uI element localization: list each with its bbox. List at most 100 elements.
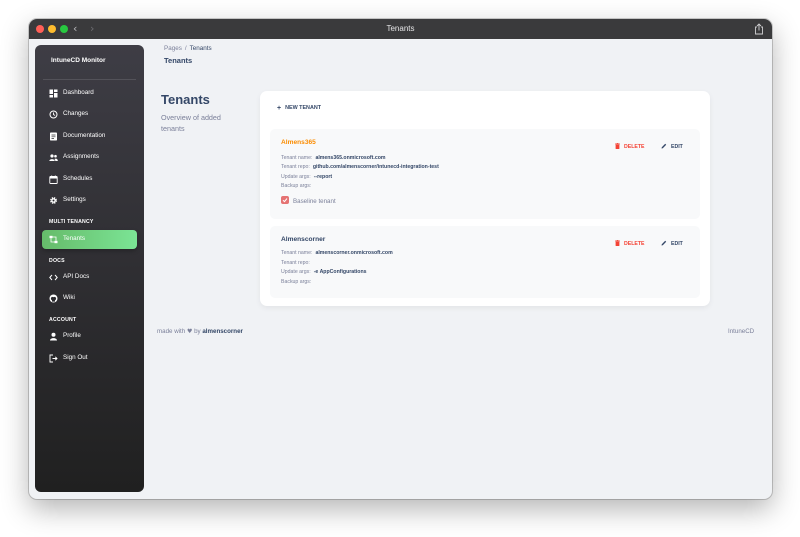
update-args-row: Update args: -e AppConfigurations: [281, 269, 367, 275]
edit-label: EDIT: [671, 144, 683, 150]
delete-label: DELETE: [624, 241, 645, 247]
page-title: Tenants: [161, 92, 210, 107]
tenant-name-value: almens365.onmicrosoft.com: [315, 155, 386, 161]
app-window: ‹ › Tenants IntuneCD Monitor Dashboard C…: [29, 19, 772, 499]
footer-by: by: [194, 328, 201, 335]
sidebar-item-label: Documentation: [63, 132, 106, 139]
update-args-value: -e AppConfigurations: [313, 269, 367, 275]
sidebar-item-label: Settings: [63, 196, 86, 203]
new-tenant-label: NEW TENANT: [285, 105, 322, 111]
baseline-tenant-checkbox[interactable]: Baseline tenant: [281, 196, 336, 205]
sidebar-item-label: Profile: [63, 332, 81, 339]
documentation-icon: [50, 132, 57, 141]
gear-icon: [50, 197, 57, 204]
checkbox-checked-icon: [281, 196, 289, 204]
tenant-repo-value: github.com/almenscorner/intunecd-integra…: [312, 164, 439, 170]
sidebar-item-assignments[interactable]: Assignments: [42, 148, 137, 167]
sidebar-item-label: Dashboard: [63, 89, 94, 96]
tenant-name-value: almenscorner.onmicrosoft.com: [315, 250, 393, 256]
account-section-header: ACCOUNT: [49, 317, 77, 323]
delete-tenant-button[interactable]: DELETE: [615, 143, 644, 150]
sidebar: IntuneCD Monitor Dashboard Changes Docum…: [35, 45, 144, 492]
person-icon: [50, 332, 57, 341]
trash-icon: [615, 143, 620, 149]
update-args-value: --report: [313, 174, 333, 180]
update-args-row: Update args: --report: [281, 174, 332, 180]
pencil-icon: [661, 143, 667, 149]
edit-tenant-button[interactable]: EDIT: [661, 143, 683, 150]
pencil-icon: [661, 240, 667, 246]
update-args-label: Update args:: [281, 269, 311, 275]
footer-author-link[interactable]: almenscorner: [202, 328, 243, 335]
tenant-title: Almenscorner: [281, 236, 326, 243]
sidebar-item-label: API Docs: [63, 273, 90, 280]
sidebar-item-label: Assignments: [63, 153, 100, 160]
tenant-name-label: Tenant name:: [281, 155, 313, 161]
backup-args-label: Backup args:: [281, 183, 312, 189]
tenant-repo-row: Tenant repo: github.com/almenscorner/intu…: [281, 164, 439, 170]
sidebar-item-sign-out[interactable]: Sign Out: [42, 349, 137, 368]
edit-label: EDIT: [671, 241, 683, 247]
tenant-card: Almens365 DELETE EDIT Tenant name: almens…: [270, 129, 700, 219]
edit-tenant-button[interactable]: EDIT: [661, 240, 683, 247]
plus-icon: +: [277, 105, 282, 112]
sidebar-item-changes[interactable]: Changes: [42, 105, 137, 124]
backup-args-label: Backup args:: [281, 279, 312, 285]
breadcrumb-root[interactable]: Pages: [164, 45, 182, 52]
sidebar-item-label: Wiki: [63, 294, 75, 301]
trash-icon: [615, 240, 620, 246]
update-args-label: Update args:: [281, 174, 311, 180]
title-bar: ‹ › Tenants: [29, 19, 772, 39]
sidebar-item-profile[interactable]: Profile: [42, 327, 137, 346]
footer-credit: made with ♥ by almenscorner: [157, 328, 243, 335]
breadcrumb: Pages / Tenants: [164, 45, 212, 52]
sidebar-item-tenants[interactable]: Tenants: [42, 230, 137, 249]
calendar-icon: [49, 175, 58, 184]
sidebar-item-settings[interactable]: Settings: [42, 191, 137, 210]
window-title: Tenants: [386, 24, 415, 33]
sidebar-item-label: Changes: [63, 110, 89, 117]
tenant-name-row: Tenant name: almens365.onmicrosoft.com: [281, 155, 386, 161]
breadcrumb-current: Tenants: [189, 45, 212, 52]
tenant-name-label: Tenant name:: [281, 250, 313, 256]
sidebar-item-label: Schedules: [63, 175, 93, 182]
github-icon: [49, 294, 58, 303]
changes-icon: [49, 110, 58, 119]
page-subtitle: Overview of added tenants: [161, 113, 221, 133]
heart-icon: ♥: [186, 328, 193, 335]
breadcrumb-separator: /: [184, 45, 187, 52]
sidebar-item-schedules[interactable]: Schedules: [42, 170, 137, 189]
assignments-icon: [49, 154, 58, 161]
tenant-repo-label: Tenant repo:: [281, 260, 310, 266]
tenant-repo-label: Tenant repo:: [281, 164, 310, 170]
tenant-name-row: Tenant name: almenscorner.onmicrosoft.com: [281, 250, 393, 256]
backup-args-row: Backup args:: [281, 183, 314, 189]
brand-name[interactable]: IntuneCD Monitor: [51, 57, 106, 64]
share-icon[interactable]: [754, 23, 764, 35]
header-title: Tenants: [164, 56, 193, 65]
sidebar-item-dashboard[interactable]: Dashboard: [42, 84, 137, 103]
delete-tenant-button[interactable]: DELETE: [615, 240, 644, 247]
tenants-icon: [49, 235, 58, 244]
dashboard-icon: [49, 89, 58, 98]
new-tenant-button[interactable]: + NEW TENANT: [277, 105, 321, 112]
tenant-title: Almens365: [281, 139, 316, 146]
multi-tenancy-section-header: MULTI TENANCY: [49, 219, 94, 225]
sidebar-item-label: Tenants: [63, 235, 86, 242]
code-icon: [49, 274, 58, 281]
tenants-card: + NEW TENANT Almens365 DELETE EDIT Tenant…: [260, 91, 710, 306]
sidebar-item-label: Sign Out: [63, 354, 88, 361]
sidebar-item-documentation[interactable]: Documentation: [42, 127, 137, 146]
docs-section-header: DOCS: [49, 258, 65, 264]
footer-brand-link[interactable]: IntuneCD: [728, 328, 754, 335]
logout-icon: [49, 354, 58, 363]
baseline-tenant-label: Baseline tenant: [293, 198, 336, 205]
sidebar-divider: [43, 79, 136, 80]
sidebar-item-api-docs[interactable]: API Docs: [42, 268, 137, 287]
footer-made-with: made with: [157, 328, 186, 335]
delete-label: DELETE: [624, 144, 645, 150]
backup-args-row: Backup args:: [281, 279, 314, 285]
sidebar-item-wiki[interactable]: Wiki: [42, 289, 137, 308]
tenant-repo-row: Tenant repo:: [281, 260, 313, 266]
tenant-card: Almenscorner DELETE EDIT Tenant name: alm…: [270, 226, 700, 298]
